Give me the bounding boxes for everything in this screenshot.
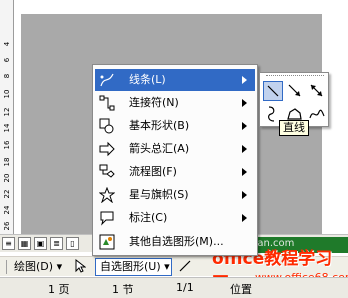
submenu-arrow-icon (242, 168, 247, 176)
ruler-number: 24 (3, 205, 11, 215)
basic-shapes-icon (99, 118, 115, 134)
menu-item-label: 流程图(F) (129, 165, 177, 178)
autoshapes-menu: 线条(L) 连接符(N) 基本形状(B) 箭头总汇(A) 流程图(F) 星与旗帜 (92, 64, 258, 256)
menu-item-label: 其他自选图形(M)... (129, 235, 224, 248)
line-icon[interactable] (263, 81, 283, 101)
ruler-number: 12 (3, 107, 11, 117)
menu-item-callouts[interactable]: 标注(C) (95, 207, 255, 229)
menu-item-label: 基本形状(B) (129, 119, 190, 132)
block-arrows-icon (99, 141, 115, 157)
flowchart-icon (99, 164, 115, 180)
menu-item-lines[interactable]: 线条(L) (95, 69, 255, 91)
line-tool-icon[interactable] (178, 259, 192, 275)
ruler-number: 4 (3, 41, 11, 47)
submenu-arrow-icon (242, 122, 247, 130)
chevron-down-icon: ▾ (56, 260, 63, 273)
status-section: 1 节 (112, 283, 134, 296)
outline-view-icon[interactable]: ≣ (50, 237, 63, 250)
lines-submenu (259, 72, 329, 127)
submenu-arrow-icon (242, 214, 247, 222)
menu-item-block-arrows[interactable]: 箭头总汇(A) (95, 138, 255, 160)
ruler-number: 14 (3, 123, 11, 133)
draw-menu-label: 绘图(D) (14, 260, 54, 273)
menu-item-label: 箭头总汇(A) (129, 142, 190, 155)
menu-item-label: 连接符(N) (129, 96, 179, 109)
ruler-number: 16 (3, 140, 11, 150)
status-position: 位置 (230, 283, 252, 296)
web-layout-view-icon[interactable]: ▦ (18, 237, 31, 250)
page-edge-top (15, 0, 348, 14)
autoshapes-menu-button[interactable]: 自选图形(U) ▾ (95, 258, 172, 276)
submenu-arrow-icon (242, 99, 247, 107)
ruler-number: 26 (3, 221, 11, 231)
page-edge-left (15, 0, 21, 234)
more-autoshapes-icon (99, 234, 115, 250)
submenu-arrow-icon (242, 76, 247, 84)
menu-item-stars-banners[interactable]: 星与旗帜(S) (95, 184, 255, 206)
select-objects-icon[interactable] (74, 258, 88, 275)
ruler-number: 6 (3, 57, 11, 63)
print-layout-view-icon[interactable]: ▣ (34, 237, 47, 250)
ruler-number: 18 (3, 157, 11, 167)
ruler-number: 22 (3, 189, 11, 199)
ruler-number: 20 (3, 173, 11, 183)
menu-item-label: 线条(L) (129, 73, 166, 86)
normal-view-icon[interactable]: ≡ (2, 237, 15, 250)
menu-item-basic-shapes[interactable]: 基本形状(B) (95, 115, 255, 137)
lines-icon (99, 72, 115, 88)
chevron-down-icon: ▾ (164, 260, 170, 273)
vertical-ruler[interactable]: 4 6 8 10 12 14 16 18 20 22 24 26 (0, 0, 14, 234)
menu-item-label: 星与旗帜(S) (129, 188, 189, 201)
menu-item-label: 标注(C) (129, 211, 168, 224)
line-tooltip: 直线 (279, 120, 309, 136)
status-page: 1 页 (48, 283, 70, 296)
status-bar: 1 页 1 节 1/1 位置 (0, 277, 348, 298)
scribble-icon[interactable] (307, 104, 327, 124)
autoshapes-label: 自选图形(U) (100, 260, 161, 273)
stars-banners-icon (98, 186, 116, 204)
menu-item-flowchart[interactable]: 流程图(F) (95, 161, 255, 183)
callouts-icon (99, 210, 115, 226)
menu-item-more-autoshapes[interactable]: 其他自选图形(M)... (95, 231, 255, 253)
submenu-arrow-icon (242, 191, 247, 199)
toolbar-grip (6, 260, 7, 274)
submenu-arrow-icon (242, 145, 247, 153)
connector-icon (99, 95, 115, 111)
draw-menu-button[interactable]: 绘图(D) ▾ (14, 259, 62, 275)
arrow-icon[interactable] (285, 81, 305, 101)
ruler-number: 10 (3, 89, 11, 99)
ruler-number: 8 (3, 73, 11, 79)
reading-view-icon[interactable]: ▯ (66, 237, 79, 250)
double-arrow-icon[interactable] (307, 81, 327, 101)
status-page-of: 1/1 (176, 281, 194, 294)
submenu-grip[interactable] (266, 75, 324, 78)
menu-item-connectors[interactable]: 连接符(N) (95, 92, 255, 114)
